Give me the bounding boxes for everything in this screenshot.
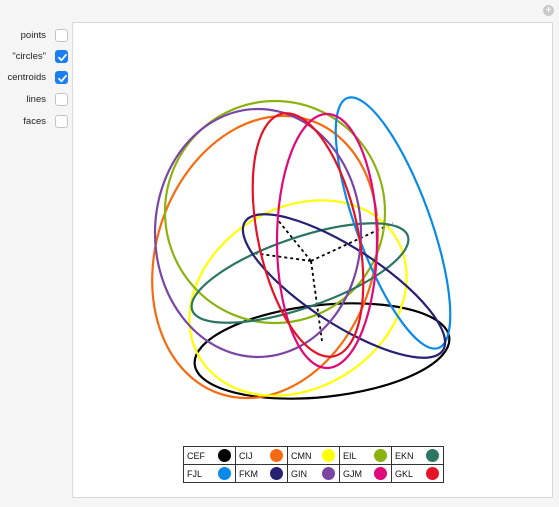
legend-item: CEF: [183, 446, 236, 465]
legend-row: CEF CIJ CMN EIL EKN: [183, 446, 444, 465]
legend-label: GIN: [291, 468, 308, 479]
color-swatch: [374, 467, 387, 480]
color-swatch: [426, 467, 439, 480]
control-lines: lines: [0, 93, 70, 109]
points-label: points: [20, 30, 46, 41]
faces-checkbox[interactable]: [55, 115, 68, 128]
legend-label: GJM: [343, 468, 362, 479]
circle-cmn: [188, 199, 408, 397]
control-faces: faces: [0, 115, 70, 131]
color-swatch: [218, 467, 231, 480]
circle-fkm: [241, 213, 447, 359]
legend-label: CIJ: [239, 450, 253, 461]
faces-label: faces: [23, 116, 46, 127]
lines-label: lines: [26, 94, 46, 105]
color-swatch: [218, 449, 231, 462]
control-centroids: centroids: [0, 71, 70, 87]
color-swatch: [322, 449, 335, 462]
color-swatch: [322, 467, 335, 480]
circles-diagram[interactable]: [73, 23, 552, 497]
legend-item: FKM: [235, 464, 288, 483]
legend-item: GIN: [287, 464, 340, 483]
circle-cef: [193, 302, 451, 400]
circle-ekn: [190, 222, 410, 324]
lines-checkbox[interactable]: [55, 93, 68, 106]
legend-label: FJL: [187, 468, 203, 479]
color-swatch: [374, 449, 387, 462]
legend: CEF CIJ CMN EIL EKN FJL FKM GIN GJM GKL: [183, 446, 444, 483]
centroid-line: [276, 218, 312, 262]
circles-label: "circles": [12, 51, 46, 62]
circles: [151, 96, 452, 400]
legend-label: CMN: [291, 450, 312, 461]
control-points: points: [0, 29, 70, 45]
points-checkbox[interactable]: [55, 29, 68, 42]
centroids-checkbox[interactable]: [55, 71, 68, 84]
legend-item: FJL: [183, 464, 236, 483]
legend-item: EIL: [339, 446, 392, 465]
control-circles: "circles": [0, 50, 70, 66]
centroids-label: centroids: [7, 72, 46, 83]
legend-label: EKN: [395, 450, 414, 461]
checkmark-icon: [58, 53, 67, 62]
legend-item: CIJ: [235, 446, 288, 465]
legend-label: GKL: [395, 468, 414, 479]
legend-label: EIL: [343, 450, 357, 461]
circles-checkbox[interactable]: [55, 50, 68, 63]
legend-row: FJL FKM GIN GJM GKL: [183, 464, 444, 483]
checkmark-icon: [58, 74, 67, 83]
color-swatch: [426, 449, 439, 462]
app-frame: + points "circles" centroids lines faces: [0, 0, 559, 507]
circle-fjl: [334, 96, 452, 350]
centroid-line: [310, 260, 323, 342]
legend-item: GKL: [391, 464, 444, 483]
legend-label: FKM: [239, 468, 258, 479]
plot-panel: CEF CIJ CMN EIL EKN FJL FKM GIN GJM GKL: [72, 22, 553, 498]
color-swatch: [270, 467, 283, 480]
legend-label: CEF: [187, 450, 205, 461]
legend-item: GJM: [339, 464, 392, 483]
plus-icon[interactable]: +: [543, 5, 554, 16]
color-swatch: [270, 449, 283, 462]
legend-item: EKN: [391, 446, 444, 465]
legend-item: CMN: [287, 446, 340, 465]
